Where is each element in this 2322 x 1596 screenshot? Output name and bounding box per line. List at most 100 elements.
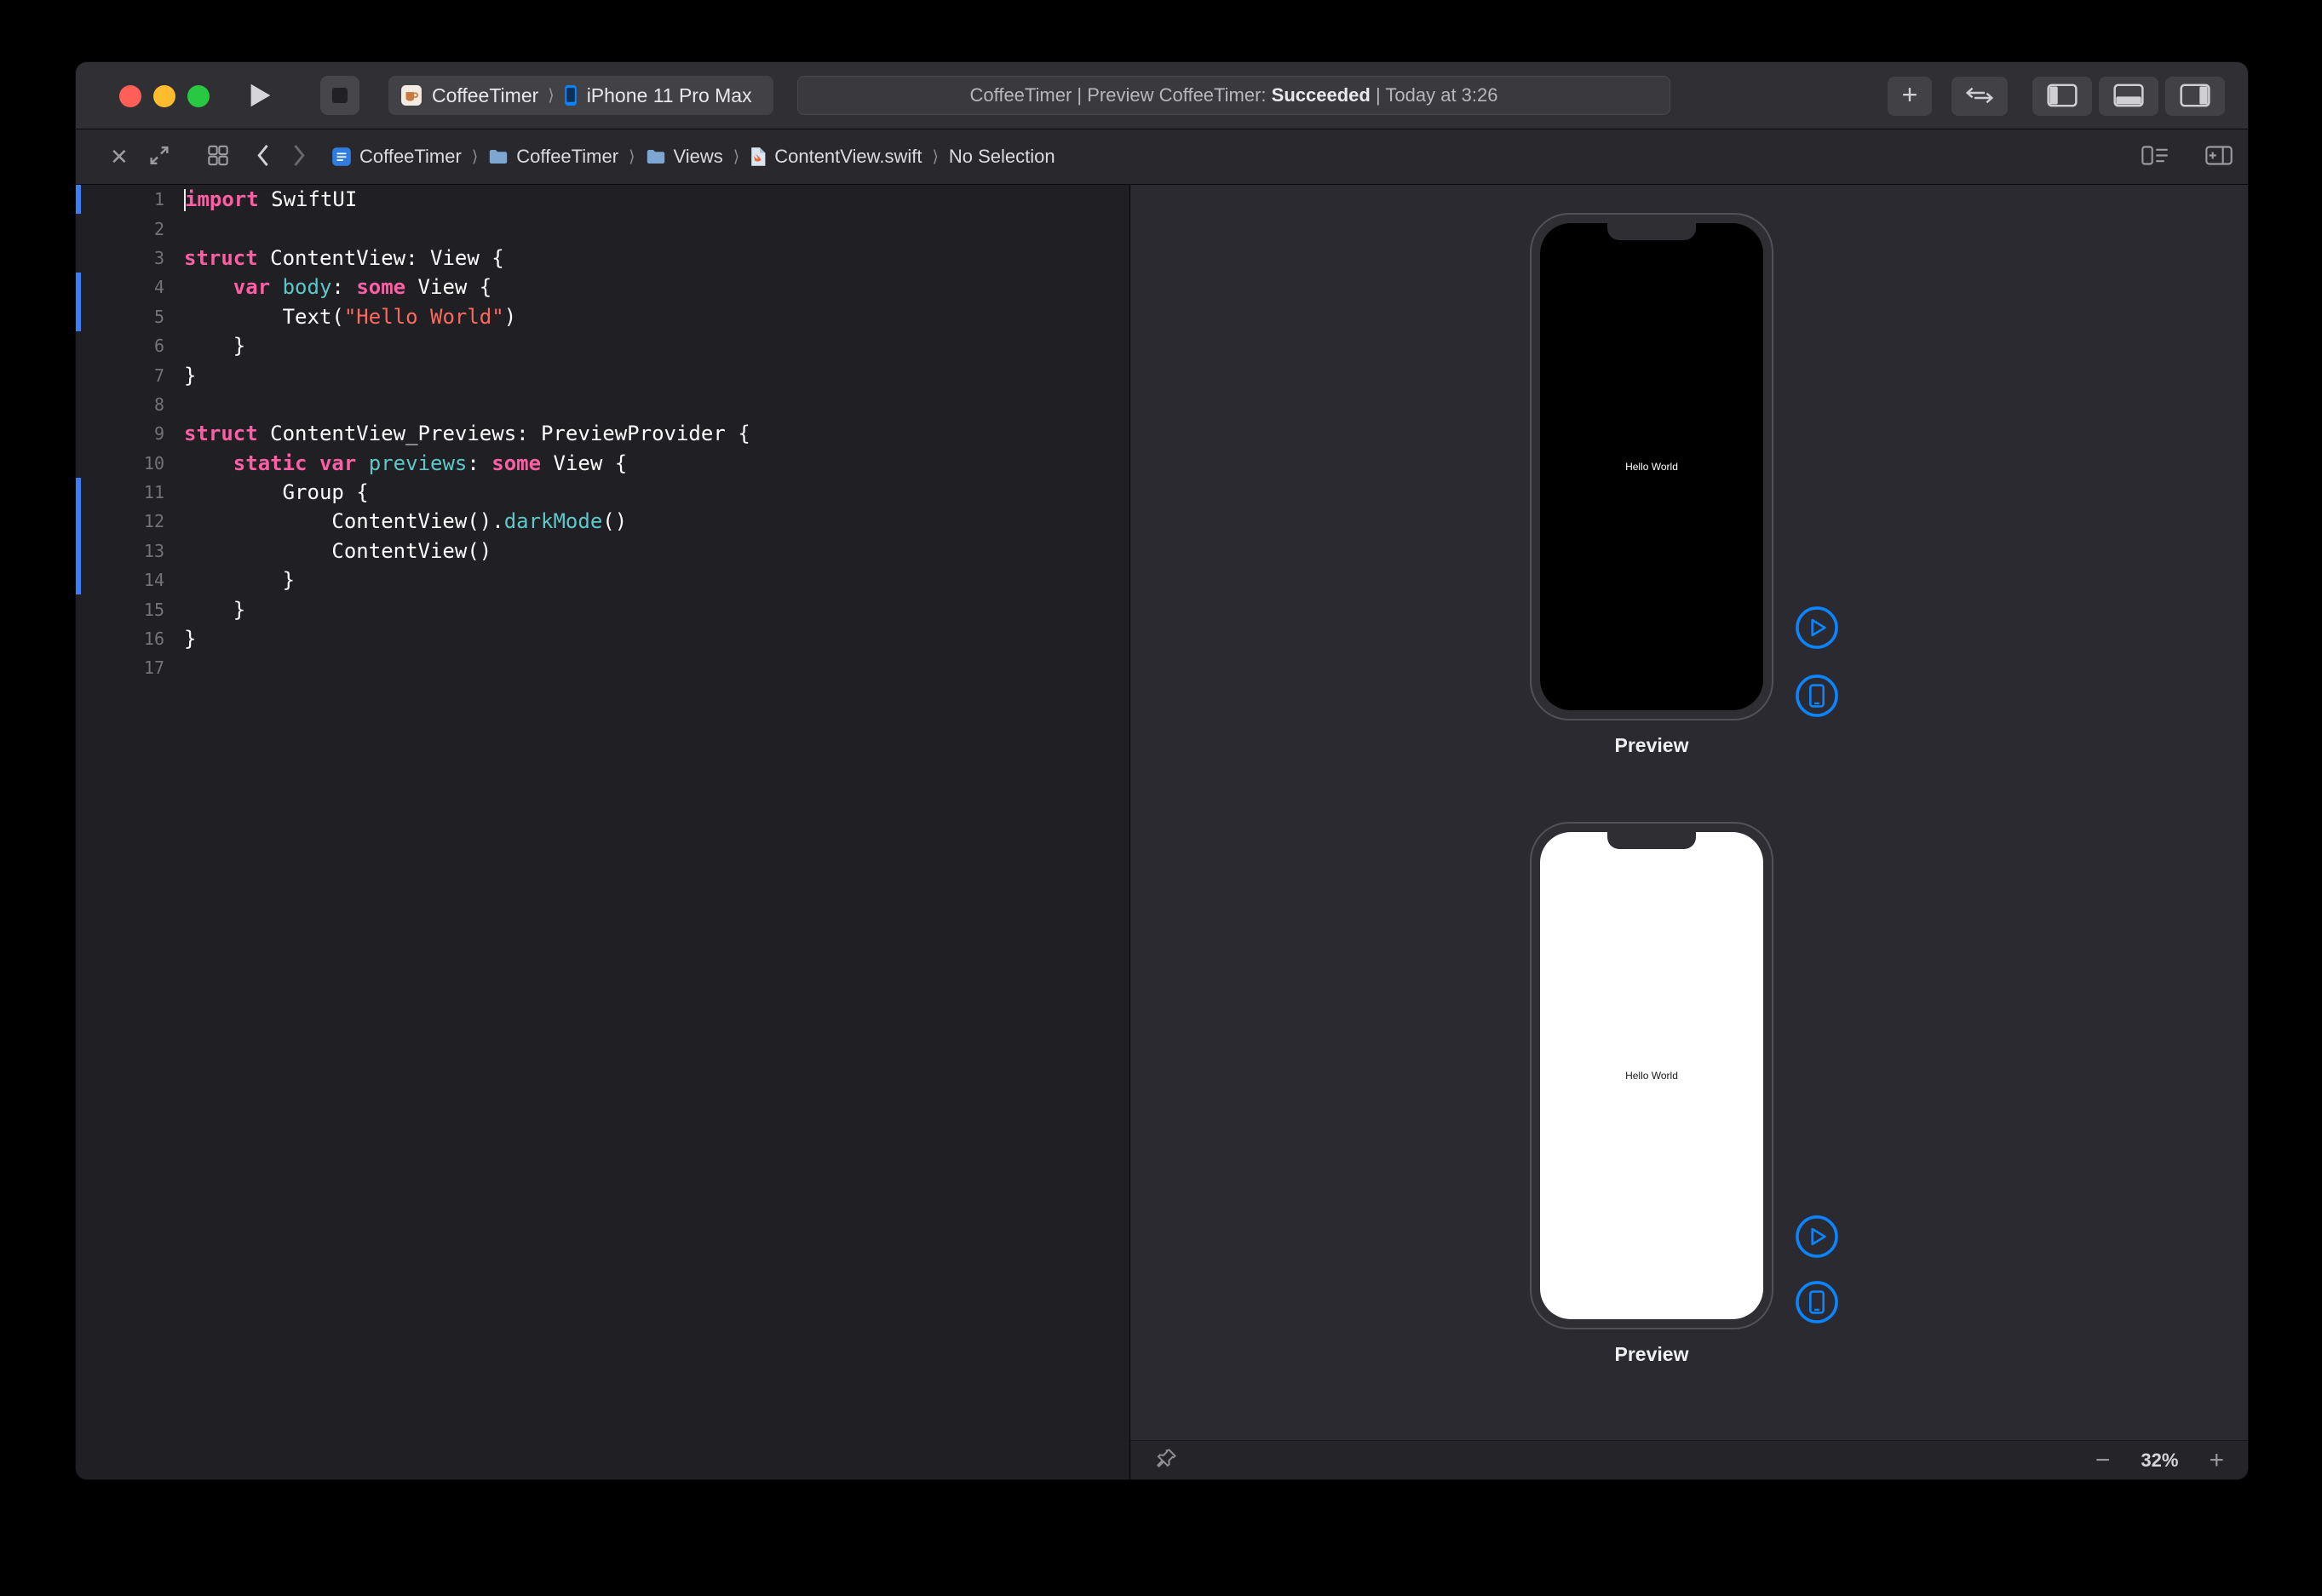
device-bezel: Hello World: [1530, 822, 1773, 1329]
breadcrumb-separator: ⟩: [732, 147, 741, 167]
breadcrumb-item[interactable]: ContentView.swift: [750, 146, 922, 168]
run-button[interactable]: [239, 80, 280, 112]
play-circle-icon: [1795, 1214, 1839, 1259]
change-indicator: [76, 302, 81, 331]
code-line[interactable]: 1import SwiftUI: [76, 185, 1129, 214]
inspector-toggle-button[interactable]: [2165, 77, 2225, 116]
pin-icon: [1154, 1447, 1178, 1473]
live-preview-button-dark[interactable]: [1795, 606, 1839, 650]
stop-button[interactable]: [320, 76, 359, 115]
line-number: 12: [76, 511, 180, 531]
code-text: import SwiftUI: [180, 187, 357, 211]
editor-options-icon: [2141, 146, 2169, 169]
code-line[interactable]: 9struct ContentView_Previews: PreviewPro…: [76, 419, 1129, 448]
device-screen-dark[interactable]: Hello World: [1540, 223, 1763, 710]
breadcrumb-item[interactable]: CoffeeTimer: [488, 146, 618, 168]
breadcrumb-item[interactable]: Views: [646, 146, 723, 168]
breadcrumb-item[interactable]: CoffeeTimer: [331, 146, 462, 168]
code-line[interactable]: 17: [76, 653, 1129, 682]
code-line[interactable]: 11 Group {: [76, 478, 1129, 507]
debug-area-toggle-button[interactable]: [2099, 77, 2158, 116]
zoom-in-button[interactable]: +: [2209, 1448, 2224, 1473]
breadcrumb-label: CoffeeTimer: [516, 146, 618, 168]
code-text: ContentView().darkMode(): [180, 509, 627, 533]
code-line[interactable]: 16}: [76, 624, 1129, 653]
line-number: 6: [76, 336, 180, 356]
change-indicator: [76, 331, 81, 360]
device-circle-icon: [1795, 1280, 1839, 1324]
code-line[interactable]: 6 }: [76, 331, 1129, 360]
scheme-device-label: iPhone 11 Pro Max: [587, 84, 752, 107]
navigator-toggle-button[interactable]: [2032, 77, 2092, 116]
code-line[interactable]: 5 Text("Hello World"): [76, 302, 1129, 331]
preview-on-device-button-dark[interactable]: [1795, 674, 1839, 718]
code-line[interactable]: 14 }: [76, 565, 1129, 594]
code-lines: 1import SwiftUI 2 3struct ContentView: Vie…: [76, 185, 1129, 683]
code-line[interactable]: 4 var body: some View {: [76, 273, 1129, 301]
related-items-button[interactable]: [208, 146, 228, 169]
close-icon: ✕: [110, 146, 129, 168]
plus-icon: +: [1902, 81, 1918, 108]
add-editor-icon: [2205, 146, 2233, 169]
editor-mode-button[interactable]: [1951, 77, 2008, 116]
code-text: struct ContentView_Previews: PreviewProv…: [180, 422, 750, 445]
preview-device-light: Hello World: [1530, 822, 1773, 1329]
code-line[interactable]: 15 }: [76, 594, 1129, 623]
editor-options-button[interactable]: [2141, 146, 2169, 169]
line-number: 8: [76, 394, 180, 415]
code-line[interactable]: 3struct ContentView: View {: [76, 244, 1129, 273]
code-editor[interactable]: 1import SwiftUI 2 3struct ContentView: Vie…: [76, 185, 1129, 1479]
code-text: Text("Hello World"): [180, 305, 516, 329]
add-editor-button[interactable]: [2205, 146, 2233, 169]
library-add-button[interactable]: +: [1888, 77, 1932, 116]
forward-button[interactable]: [293, 145, 306, 169]
iphone-icon: [564, 84, 578, 106]
line-number: 14: [76, 570, 180, 590]
focus-editor-button[interactable]: [149, 146, 170, 169]
window-minimize-button[interactable]: [153, 85, 175, 107]
device-screen-light[interactable]: Hello World: [1540, 832, 1763, 1319]
swift-file-icon: [750, 146, 767, 167]
chevron-right-icon: [293, 145, 306, 169]
line-number: 9: [76, 423, 180, 444]
window-close-button[interactable]: [119, 85, 141, 107]
zoom-out-button[interactable]: −: [2095, 1448, 2111, 1473]
preview-canvas: Hello World Preview H: [1130, 185, 2248, 1479]
breadcrumb: CoffeeTimer⟩CoffeeTimer⟩Views⟩ContentVie…: [331, 129, 1975, 184]
code-line[interactable]: 10 static var previews: some View {: [76, 449, 1129, 478]
code-line[interactable]: 7}: [76, 360, 1129, 389]
preview-label-light: Preview: [1530, 1343, 1773, 1366]
desktop-background: { "theme": { "accent_blue": "#0a84ff", "…: [0, 0, 2322, 1596]
change-indicator: [76, 390, 81, 419]
code-text: static var previews: some View {: [180, 451, 627, 475]
code-text: Group {: [180, 480, 369, 504]
change-indicator: [76, 273, 81, 301]
code-line[interactable]: 13 ContentView(): [76, 537, 1129, 565]
close-editor-button[interactable]: ✕: [110, 146, 129, 168]
code-text: }: [180, 334, 245, 358]
code-text: ContentView(): [180, 539, 491, 563]
device-notch: [1607, 832, 1696, 849]
device-bezel: Hello World: [1530, 213, 1773, 720]
pin-preview-button[interactable]: [1154, 1447, 1178, 1473]
breadcrumb-item[interactable]: No Selection: [949, 146, 1055, 168]
code-line[interactable]: 12 ContentView().darkMode(): [76, 507, 1129, 536]
window-zoom-button[interactable]: [187, 85, 210, 107]
line-number: 11: [76, 482, 180, 502]
live-preview-button-light[interactable]: [1795, 1214, 1839, 1259]
scheme-separator: ⟩: [548, 86, 554, 106]
line-number: 2: [76, 219, 180, 239]
scheme-selector[interactable]: CoffeeTimer ⟩ iPhone 11 Pro Max: [388, 76, 773, 115]
back-button[interactable]: [256, 145, 269, 169]
change-indicator: [76, 214, 81, 243]
folder-icon: [646, 148, 666, 165]
code-line[interactable]: 8: [76, 390, 1129, 419]
preview-on-device-button-light[interactable]: [1795, 1280, 1839, 1324]
change-indicator: [76, 594, 81, 623]
status-prefix: CoffeeTimer | Preview CoffeeTimer:: [970, 84, 1272, 106]
code-line[interactable]: 2: [76, 214, 1129, 243]
canvas-bottom-bar: − 32% +: [1130, 1440, 2248, 1479]
play-icon: [245, 81, 274, 112]
device-notch: [1607, 223, 1696, 240]
panel-bottom-icon: [2113, 83, 2144, 110]
